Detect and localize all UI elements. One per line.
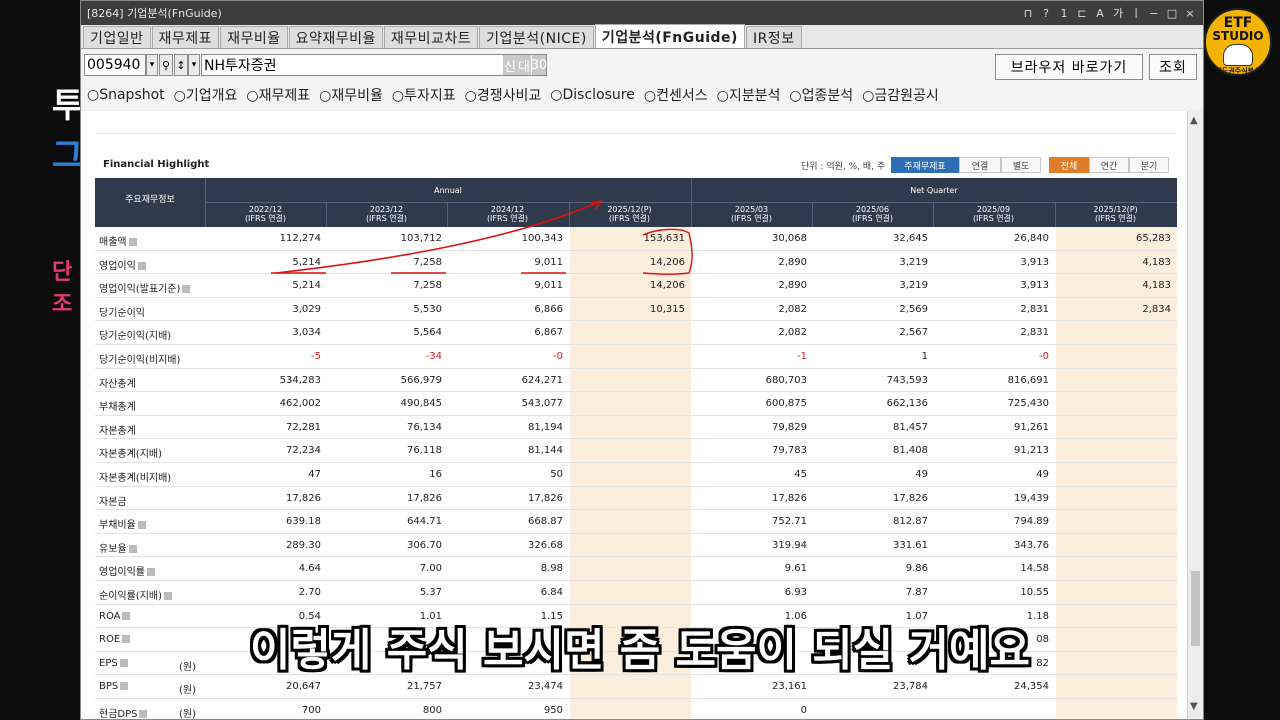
bg-text-3: 단 [52, 260, 73, 285]
maximize-icon[interactable]: □ [1165, 7, 1179, 20]
screen: 투 그 단 조 [8264] 기업분석(FnGuide) ⊓ ? 1 ⊏ A 가… [0, 0, 1280, 720]
app-window: [8264] 기업분석(FnGuide) ⊓ ? 1 ⊏ A 가 ㅣ − □ ×… [80, 0, 1204, 720]
search-row: 005940 ▾ ⚲ ↕ ▾ NH투자증권 신 대 30 브라우저 바로가기 조… [81, 49, 1203, 81]
print-icon[interactable]: ⊏ [1075, 7, 1089, 20]
minimize-icon[interactable]: − [1147, 7, 1161, 20]
tab-financial-statements[interactable]: 재무제표 [151, 26, 220, 48]
background-left: 투 그 단 조 [0, 0, 84, 720]
query-button[interactable]: 조회 [1149, 54, 1197, 80]
tag-margin: 30 [531, 55, 547, 75]
search-icon[interactable]: ⚲ [159, 54, 173, 76]
radio-disclosure[interactable]: ○Disclosure [550, 87, 635, 103]
annotation-circle [642, 228, 693, 275]
tab-analysis-fnguide[interactable]: 기업분석(FnGuide) [594, 24, 745, 48]
tab-analysis-nice[interactable]: 기업분석(NICE) [479, 26, 594, 48]
scroll-down-icon[interactable]: ▼ [1190, 701, 1198, 712]
link-icon[interactable]: 1 [1057, 7, 1071, 20]
bg-text-4: 조 [52, 292, 73, 317]
radio-consensus[interactable]: ○컨센서스 [644, 85, 708, 105]
radio-financial-statements[interactable]: ○재무제표 [246, 85, 310, 105]
stock-code-input[interactable]: 005940 [84, 54, 146, 76]
tab-financial-ratio[interactable]: 재무비율 [220, 26, 288, 48]
bg-text-1: 투 [52, 86, 84, 126]
chevron-down-icon[interactable]: ▾ [146, 54, 158, 76]
video-subtitle: 이렇게 주식 보시면 좀 도움이 되실 거예요 [249, 625, 1031, 676]
radio-investment-index[interactable]: ○투자지표 [392, 85, 456, 105]
tab-bar: 기업일반 재무제표 재무비율 요약재무비율 재무비교차트 기업분석(NICE) … [81, 24, 1203, 49]
view-radio-group: ○Snapshot ○기업개요 ○재무제표 ○재무비율 ○투자지표 ○경쟁사비교… [81, 81, 1203, 109]
avatar-icon [1223, 44, 1253, 66]
tag-loan: 대 [517, 55, 531, 75]
stock-name: NH투자증권 [204, 58, 277, 74]
background-right [1204, 0, 1280, 720]
chevron-down-icon[interactable]: ▾ [188, 54, 200, 76]
tab-ir-info[interactable]: IR정보 [745, 26, 802, 48]
annotation-arrow [275, 200, 602, 274]
radio-competitor[interactable]: ○경쟁사비교 [465, 85, 542, 105]
help-icon[interactable]: ? [1039, 7, 1053, 20]
window-titlebar: [8264] 기업분석(FnGuide) ⊓ ? 1 ⊏ A 가 ㅣ − □ × [81, 1, 1203, 25]
tag-new: 신 [503, 55, 517, 75]
logo-text-studio: STUDIO [1212, 29, 1264, 43]
sort-icon[interactable]: ↕ [174, 54, 188, 76]
radio-fss-disclosure[interactable]: ○금감원공시 [862, 85, 939, 105]
tab-company-general[interactable]: 기업일반 [83, 26, 151, 48]
radio-financial-ratio[interactable]: ○재무비율 [319, 85, 383, 105]
window-title: [8264] 기업분석(FnGuide) [87, 7, 222, 20]
scroll-up-icon[interactable]: ▲ [1190, 115, 1198, 126]
radio-equity[interactable]: ○지분분석 [717, 85, 781, 105]
pin-icon[interactable]: ⊓ [1021, 7, 1035, 20]
bg-text-2: 그 [52, 136, 84, 176]
radio-snapshot[interactable]: ○Snapshot [87, 87, 165, 103]
tab-comparison-chart[interactable]: 재무비교차트 [383, 26, 479, 48]
stock-name-field[interactable]: NH투자증권 신 대 30 [201, 54, 547, 76]
browser-shortcut-button[interactable]: 브라우저 바로가기 [995, 54, 1143, 80]
channel-logo: ETF STUDIO 제도권주식분석 [1204, 8, 1272, 76]
close-icon[interactable]: × [1183, 7, 1197, 20]
radio-company-overview[interactable]: ○기업개요 [174, 85, 238, 105]
radio-industry[interactable]: ○업종분석 [789, 85, 853, 105]
logo-text-etf: ETF [1223, 15, 1253, 31]
tab-summary-ratio[interactable]: 요약재무비율 [288, 26, 383, 48]
font-size-icon[interactable]: A [1093, 7, 1107, 20]
font-icon[interactable]: 가 [1111, 5, 1125, 21]
separator-icon: ㅣ [1130, 7, 1142, 20]
